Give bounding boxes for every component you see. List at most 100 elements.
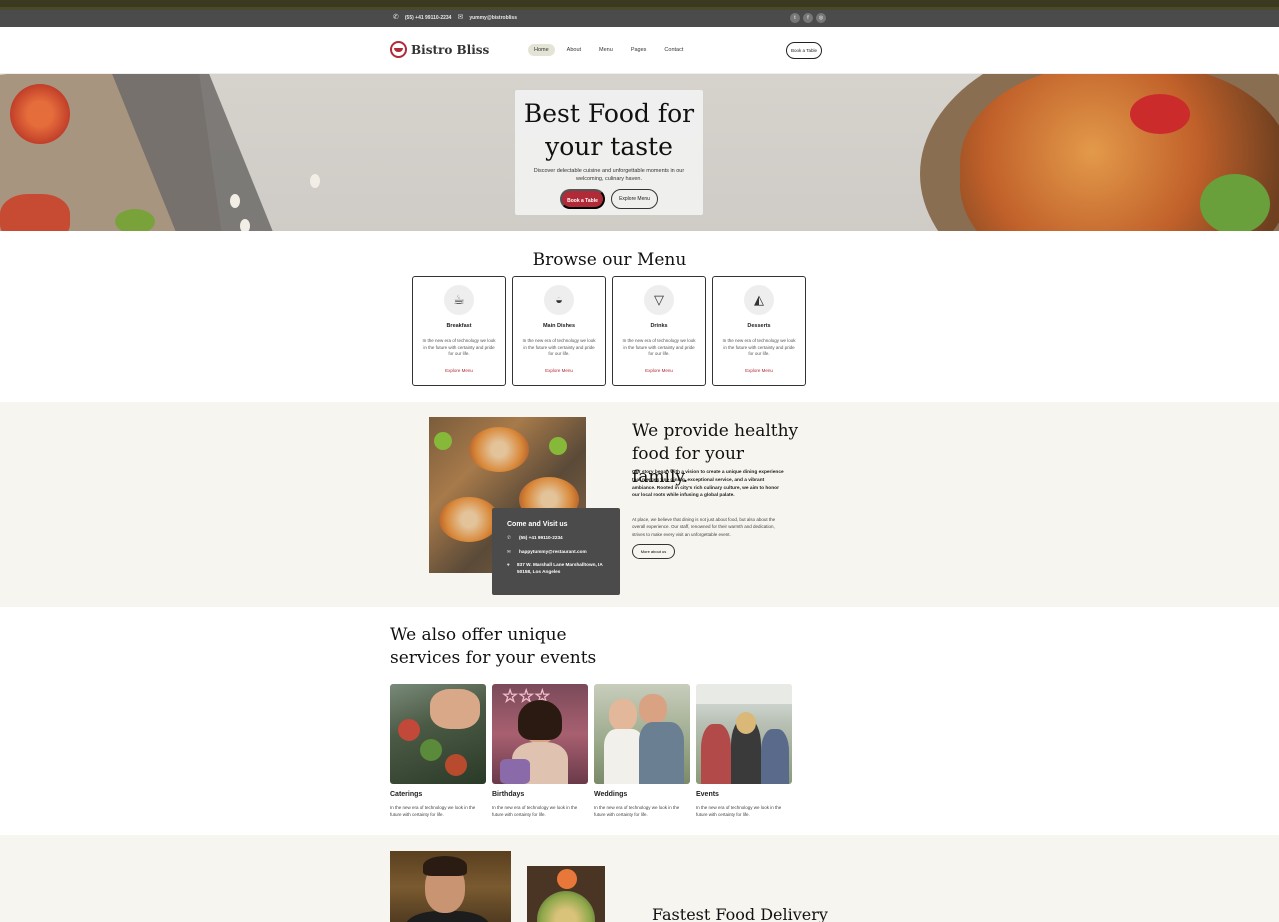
service-title: Events (696, 791, 719, 798)
menu-card-desc: In the new era of technology we look in … (622, 338, 696, 356)
bride-dress (604, 729, 644, 784)
top-contact: ✆ (55) +41 99110-2234 ✉ yummy@bistroblis… (393, 14, 517, 21)
nav-item-about[interactable]: About (561, 44, 587, 56)
instagram-icon[interactable]: ◎ (816, 13, 826, 23)
person (761, 729, 789, 784)
hero-garlic (310, 174, 320, 188)
delivery-title: Fastest Food Delivery (652, 905, 828, 922)
explore-menu-link[interactable]: Explore Menu (513, 368, 605, 373)
top-email: yummy@bistrobliss (469, 14, 517, 21)
canape (398, 719, 420, 741)
menu-card-breakfast: ☕ Breakfast In the new era of technology… (412, 276, 506, 386)
menu-card-desc: In the new era of technology we look in … (722, 338, 796, 356)
menu-card-drinks: ▽ Drinks In the new era of technology we… (612, 276, 706, 386)
social-links: t f ◎ (790, 13, 826, 23)
visit-us-card: Come and Visit us ✆ (55) +41 99110-2234 … (492, 508, 620, 595)
top-phone: (55) +41 99110-2234 (404, 14, 452, 21)
menu-cards: ☕ Breakfast In the new era of technology… (412, 276, 806, 386)
twitter-icon[interactable]: t (790, 13, 800, 23)
lime (434, 432, 452, 450)
events-image (696, 684, 792, 784)
hero-title: Best Food for your taste (523, 99, 695, 161)
bowl (537, 891, 595, 922)
nav-item-pages[interactable]: Pages (625, 44, 653, 56)
hero-chili (115, 209, 155, 231)
caterings-image (390, 684, 486, 784)
about-section: Come and Visit us ✆ (55) +41 99110-2234 … (0, 402, 1279, 607)
service-desc: In the new era of technology we look in … (696, 805, 782, 817)
hero-greens (1200, 174, 1270, 231)
weddings-image (594, 684, 690, 784)
hair (518, 700, 562, 740)
person (701, 724, 731, 784)
explore-menu-link[interactable]: Explore Menu (713, 368, 805, 373)
top-bar: ✆ (55) +41 99110-2234 ✉ yummy@bistroblis… (0, 10, 1279, 27)
service-events[interactable]: Events In the new era of technology we l… (696, 684, 792, 818)
hero-section: Best Food for your taste Discover delect… (0, 74, 1279, 231)
mail-icon: ✉ (507, 548, 511, 554)
service-title: Birthdays (492, 791, 525, 798)
taco (439, 497, 499, 542)
main-nav: Bistro Bliss Home About Menu Pages Conta… (0, 27, 1279, 74)
facebook-icon[interactable]: f (803, 13, 813, 23)
hero-garlic (230, 194, 240, 208)
menu-card-desc: In the new era of technology we look in … (522, 338, 596, 356)
cake (500, 759, 530, 784)
browse-title: Browse our Menu (532, 250, 687, 270)
tent (696, 684, 792, 704)
hero-card: Best Food for your taste Discover delect… (515, 90, 703, 215)
visit-address-row: ⌖ 837 W. Marshall Lane Marshalltown, IA … (507, 562, 605, 575)
visit-phone-row: ✆ (55) +41 99110-2234 (507, 535, 605, 542)
service-caterings[interactable]: Caterings In the new era of technology w… (390, 684, 486, 818)
menu-card-desc: In the new era of technology we look in … (422, 338, 496, 356)
hand (430, 689, 480, 729)
nav-item-menu[interactable]: Menu (593, 44, 619, 56)
birthdays-image: ☆☆☆ (492, 684, 588, 784)
service-title: Caterings (390, 791, 423, 798)
about-paragraph-1: Our story began with a vision to create … (632, 470, 784, 499)
service-birthdays[interactable]: ☆☆☆ Birthdays In the new era of technolo… (492, 684, 588, 818)
service-desc: In the new era of technology we look in … (390, 805, 476, 817)
delivery-section: Fastest Food Delivery (0, 835, 1279, 922)
phone-icon: ✆ (393, 14, 399, 21)
book-table-nav-button[interactable]: Book a Table (786, 42, 822, 59)
canape (445, 754, 467, 776)
menu-card-main-dishes: ◒ Main Dishes In the new era of technolo… (512, 276, 606, 386)
nav-item-home[interactable]: Home (528, 44, 555, 56)
service-weddings[interactable]: Weddings In the new era of technology we… (594, 684, 690, 818)
chef-hair (423, 856, 467, 876)
bride-face (609, 699, 637, 731)
drink-icon: ▽ (644, 285, 674, 315)
brand-logo[interactable]: Bistro Bliss (390, 41, 489, 58)
chef-photo (390, 851, 511, 922)
services-list: Caterings In the new era of technology w… (390, 684, 792, 818)
menu-card-title: Main Dishes (542, 323, 576, 329)
hair (736, 712, 756, 734)
more-about-button[interactable]: More about us (632, 544, 675, 559)
visit-address: 837 W. Marshall Lane Marshalltown, IA 50… (517, 562, 603, 574)
nav-item-contact[interactable]: Contact (658, 44, 689, 56)
menu-card-title: Desserts (747, 323, 771, 329)
flower (557, 869, 577, 889)
brand-name: Bistro Bliss (411, 42, 490, 57)
taco (469, 427, 529, 472)
menu-card-title: Drinks (650, 323, 668, 329)
hero-pepper (0, 194, 70, 231)
dish-photo (527, 866, 605, 922)
canape (420, 739, 442, 761)
cake-icon: ◭ (744, 285, 774, 315)
bowl-logo-icon (390, 41, 407, 58)
about-paragraph-2: At place, we believe that dining is not … (632, 517, 776, 537)
visit-us-title: Come and Visit us (507, 521, 568, 528)
hero-tomato (10, 84, 70, 144)
phone-icon: ✆ (507, 535, 511, 540)
coffee-cup-icon: ☕ (444, 285, 474, 315)
visit-email: happytummy@restaurant.com (519, 548, 587, 554)
explore-menu-link[interactable]: Explore Menu (613, 368, 705, 373)
explore-menu-button[interactable]: Explore Menu (611, 189, 658, 209)
service-desc: In the new era of technology we look in … (492, 805, 578, 817)
hero-buttons: Book a Table Explore Menu (515, 189, 703, 209)
book-table-button[interactable]: Book a Table (560, 189, 605, 209)
explore-menu-link[interactable]: Explore Menu (413, 368, 505, 373)
menu-card-title: Breakfast (446, 323, 472, 329)
